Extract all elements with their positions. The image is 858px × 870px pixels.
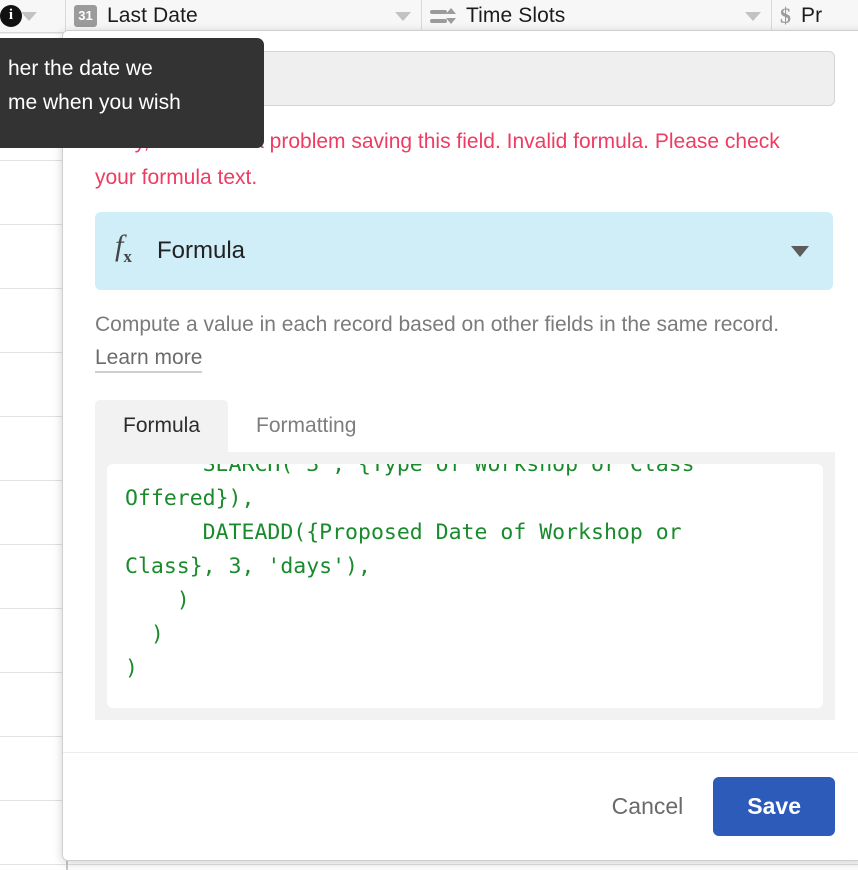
grid-column-header-last-date[interactable]: 31 Last Date [66, 0, 422, 33]
fx-icon: fx [115, 228, 132, 266]
column-label: Last Date [107, 4, 198, 27]
app-root: i 31 Last Date Time Slots $ Pr Sorry, th… [0, 0, 858, 870]
field-type-label: Formula [157, 237, 246, 264]
dialog-footer: Cancel Save [63, 752, 858, 860]
column-label: Pr [801, 4, 823, 27]
grid-column-header-time-slots[interactable]: Time Slots [422, 0, 772, 33]
editor-tabs: Formula Formatting [95, 400, 835, 452]
field-type-selector[interactable]: fx Formula [95, 212, 833, 290]
multiselect-icon [430, 6, 456, 26]
grid-column-header-0[interactable]: i [0, 0, 66, 33]
save-button[interactable]: Save [713, 777, 835, 836]
tab-formula[interactable]: Formula [95, 400, 229, 452]
chevron-down-icon[interactable] [395, 11, 411, 21]
chevron-down-icon[interactable] [21, 11, 37, 21]
chevron-down-icon[interactable] [745, 11, 761, 21]
tab-formatting[interactable]: Formatting [228, 400, 384, 452]
calendar-icon: 31 [74, 5, 97, 27]
currency-icon: $ [780, 3, 791, 28]
column-label: Time Slots [466, 4, 566, 27]
cancel-button[interactable]: Cancel [590, 781, 706, 832]
formula-code-box[interactable]: SEARCH('3', {Type of Workshop or Class O… [107, 464, 823, 708]
chevron-down-icon[interactable] [791, 245, 809, 257]
field-tooltip: her the date we me when you wish [0, 38, 264, 148]
field-editor-dialog: Sorry, there was a problem saving this f… [62, 30, 858, 861]
formula-text[interactable]: SEARCH('3', {Type of Workshop or Class O… [125, 464, 805, 686]
field-type-description: Compute a value in each record based on … [95, 308, 825, 374]
grid-column-header-pr[interactable]: $ Pr [772, 0, 858, 33]
description-text: Compute a value in each record based on … [95, 313, 780, 336]
grid-column-headers: i 31 Last Date Time Slots $ Pr [0, 0, 858, 33]
learn-more-link[interactable]: Learn more [95, 346, 203, 373]
info-icon: i [0, 5, 22, 27]
formula-editor-panel: SEARCH('3', {Type of Workshop or Class O… [95, 452, 835, 720]
